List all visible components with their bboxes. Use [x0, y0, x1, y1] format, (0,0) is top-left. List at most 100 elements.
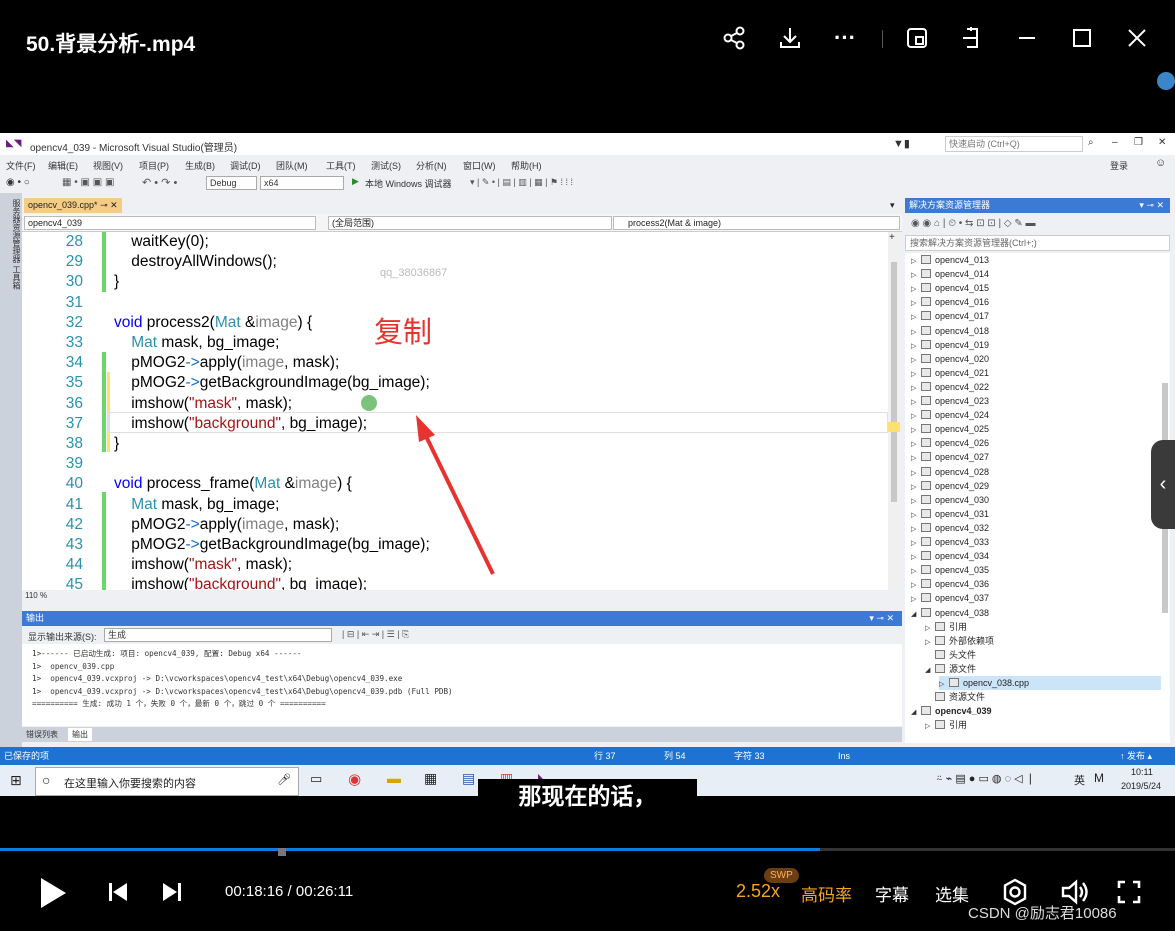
tree-project[interactable]: ▷ opencv4_026: [911, 436, 989, 450]
ime-indicator[interactable]: 英: [1074, 772, 1085, 788]
taskbar-search[interactable]: ○ 在这里输入你要搜索的内容 🎤︎: [35, 767, 299, 796]
left-tool-strip[interactable]: 服务器资源管理器 工具箱: [0, 193, 22, 751]
previous-icon[interactable]: [107, 881, 129, 908]
tree-folder[interactable]: ▷ 引用: [925, 620, 967, 634]
scroll-split-icon[interactable]: +: [889, 232, 895, 243]
status-publish[interactable]: ↑ 发布 ▴: [1120, 747, 1152, 765]
menu-build[interactable]: 生成(B): [185, 159, 215, 172]
platform-select[interactable]: x64: [260, 176, 344, 190]
filter-icon[interactable]: ▼▮: [893, 137, 910, 150]
tree-project[interactable]: ▷ opencv4_034: [911, 549, 989, 563]
tree-project[interactable]: ▷ opencv4_036: [911, 577, 989, 591]
menu-window[interactable]: 窗口(W): [463, 159, 496, 172]
collapsed-arrow-icon[interactable]: ▷: [925, 720, 935, 734]
pin-tab-icon[interactable]: ⊸: [100, 200, 108, 210]
windows-start-icon[interactable]: ⊞: [10, 772, 22, 789]
quick-launch-search-icon[interactable]: ⌕: [1088, 137, 1094, 148]
tree-project[interactable]: ▷ opencv4_019: [911, 338, 989, 352]
menu-tools[interactable]: 工具(T): [326, 159, 356, 172]
undo-icon[interactable]: ↶ • ↷ •: [142, 176, 177, 189]
tree-project[interactable]: ▷ opencv4_021: [911, 366, 989, 380]
zoom-level[interactable]: 110 %: [22, 591, 900, 605]
subtitle-button[interactable]: 字幕: [875, 881, 909, 906]
login-link[interactable]: 登录: [1110, 159, 1128, 172]
menu-analyze[interactable]: 分析(N): [416, 159, 447, 172]
account-icon[interactable]: ☺: [1155, 157, 1166, 169]
tree-project[interactable]: ▷ opencv4_025: [911, 422, 989, 436]
tree-folder[interactable]: ◢ 源文件: [925, 662, 976, 676]
ime-mode-icon[interactable]: M: [1094, 771, 1104, 785]
nav-back-icon[interactable]: ◉ • ○: [6, 177, 30, 188]
menu-test[interactable]: 测试(S): [371, 159, 401, 172]
se-tool-icons[interactable]: ◉ ◉ ⌂ | ⏲ • ⇆ ⊡ ⊡ | ◇ ✎ ▬: [911, 218, 1036, 229]
download-icon[interactable]: [774, 22, 806, 54]
run-button[interactable]: 本地 Windows 调试器: [365, 177, 452, 190]
scroll-thumb[interactable]: [891, 262, 897, 502]
progress-fill[interactable]: [0, 848, 820, 851]
tree-startup-project[interactable]: ◢ opencv4_039: [911, 704, 992, 718]
explorer-icon[interactable]: ▬: [387, 770, 401, 786]
tree-project[interactable]: ▷ opencv4_031: [911, 507, 989, 521]
more-icon[interactable]: ···: [829, 22, 861, 54]
tree-folder[interactable]: ▷ 引用: [925, 718, 967, 732]
output-source-select[interactable]: 生成: [104, 628, 332, 642]
tree-project[interactable]: ▷ opencv4_017: [911, 309, 989, 323]
menu-debug[interactable]: 调试(D): [230, 159, 261, 172]
episodes-button[interactable]: 选集: [935, 881, 969, 906]
nav-project-select[interactable]: opencv4_039: [24, 216, 316, 230]
picture-in-picture-icon[interactable]: [901, 22, 933, 54]
solution-explorer-search[interactable]: 搜索解决方案资源管理器(Ctrl+;): [905, 235, 1170, 251]
vs-minimize-icon[interactable]: –: [1112, 137, 1118, 148]
tray-icons[interactable]: ⍨ ⌁ ▤ ● ▭ ◍ ◌ ◁ ❘: [936, 772, 1035, 786]
save-icons[interactable]: ▦ • ▣ ▣ ▣: [62, 177, 114, 188]
tree-project[interactable]: ▷ opencv4_016: [911, 295, 989, 309]
playback-speed[interactable]: 2.52x: [736, 881, 780, 902]
side-panel-toggle[interactable]: ‹: [1151, 440, 1175, 529]
tree-project[interactable]: ▷ opencv4_037: [911, 591, 989, 605]
tree-project[interactable]: ▷ opencv4_014: [911, 267, 989, 281]
floating-ball-icon[interactable]: [1157, 72, 1175, 90]
tree-project[interactable]: ▷ opencv4_024: [911, 408, 989, 422]
next-icon[interactable]: [161, 881, 183, 908]
tree-project[interactable]: ▷ opencv4_013: [911, 253, 989, 267]
tree-project[interactable]: ▷ opencv4_029: [911, 479, 989, 493]
config-select[interactable]: Debug: [206, 176, 257, 190]
nav-function-select[interactable]: process2(Mat & image): [613, 216, 900, 230]
word-icon[interactable]: ▤: [462, 770, 475, 787]
close-icon[interactable]: [1121, 22, 1153, 54]
menu-edit[interactable]: 编辑(E): [48, 159, 78, 172]
tree-project[interactable]: ▷ opencv4_015: [911, 281, 989, 295]
run-icon[interactable]: ▶: [352, 176, 359, 187]
expanded-arrow-icon[interactable]: ◢: [911, 706, 921, 720]
tree-source-file[interactable]: ▷ opencv_038.cpp: [939, 676, 1161, 690]
output-tool-icons[interactable]: | ⊟ | ⇤ ⇥ | ☰ | ⎘: [342, 629, 409, 640]
share-icon[interactable]: [718, 22, 750, 54]
doc-tab-active[interactable]: opencv_039.cpp* ⊸ ✕: [24, 198, 122, 213]
close-tab-icon[interactable]: ✕: [110, 200, 118, 210]
vs-restore-icon[interactable]: ❐: [1134, 137, 1143, 148]
pin-icon[interactable]: [956, 22, 988, 54]
tab-error-list[interactable]: 错误列表: [26, 729, 58, 740]
tree-project[interactable]: ▷ opencv4_023: [911, 394, 989, 408]
tree-folder[interactable]: ▷ 外部依赖项: [925, 634, 994, 648]
tree-project-expanded[interactable]: ◢ opencv4_038: [911, 606, 989, 620]
toolbar-extra-icons[interactable]: ▾ | ✎ • | ▤ | ▥ | ▦ | ⚑ ⁞ ⁞ ⁞: [470, 177, 573, 188]
menu-view[interactable]: 视图(V): [93, 159, 123, 172]
tree-project[interactable]: ▷ opencv4_035: [911, 563, 989, 577]
expanded-arrow-icon[interactable]: ◢: [925, 664, 935, 678]
editor-scrollbar[interactable]: +: [888, 232, 900, 590]
minimize-icon[interactable]: [1011, 22, 1043, 54]
tree-project[interactable]: ▷ opencv4_027: [911, 450, 989, 464]
play-icon[interactable]: [38, 876, 68, 915]
fullscreen-icon[interactable]: [1116, 879, 1142, 910]
tree-project[interactable]: ▷ opencv4_020: [911, 352, 989, 366]
menu-team[interactable]: 团队(M): [276, 159, 308, 172]
menu-help[interactable]: 帮助(H): [511, 159, 542, 172]
tree-project[interactable]: ▷ opencv4_022: [911, 380, 989, 394]
task-view-icon[interactable]: ▭: [310, 771, 322, 787]
output-panel-controls-icon[interactable]: ▾ ⊸ ✕: [869, 611, 894, 626]
tree-project[interactable]: ▷ opencv4_018: [911, 324, 989, 338]
tree-project[interactable]: ▷ opencv4_033: [911, 535, 989, 549]
video-frame[interactable]: ◣◥ opencv4_039 - Microsoft Visual Studio…: [0, 133, 1175, 796]
maximize-icon[interactable]: [1066, 22, 1098, 54]
